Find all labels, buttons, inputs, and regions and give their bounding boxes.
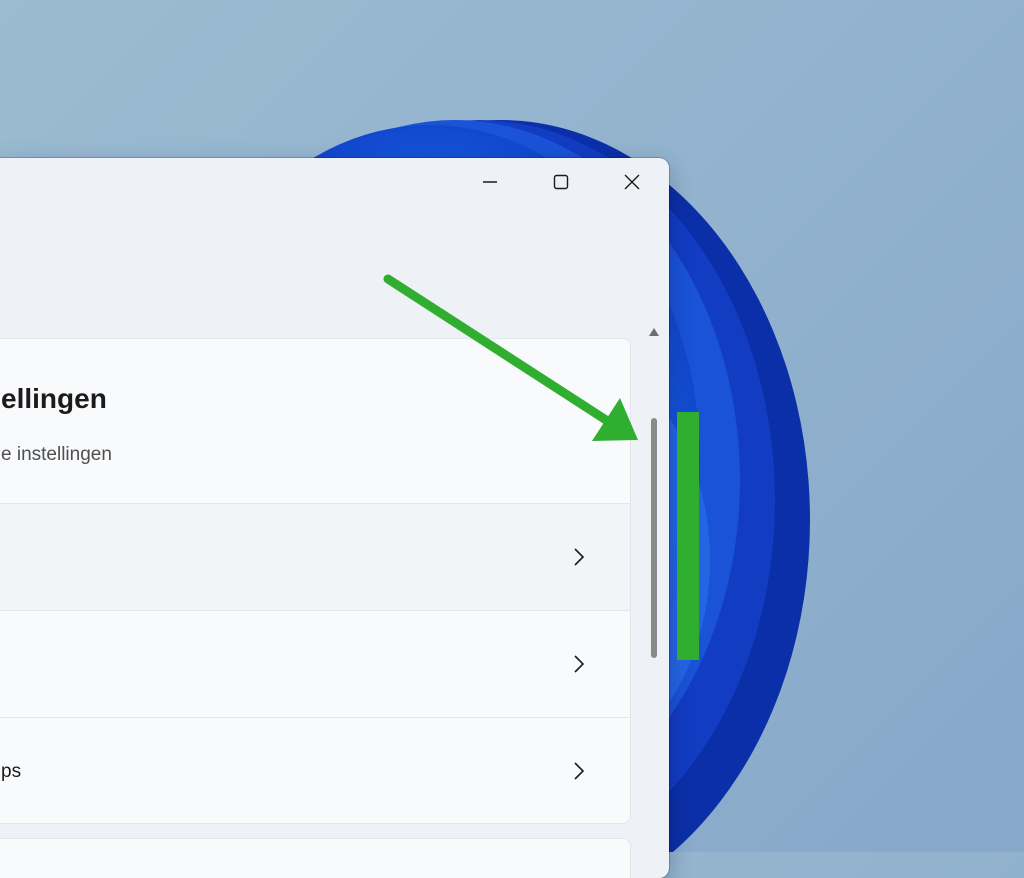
settings-row-1[interactable] [0, 504, 631, 611]
close-icon [624, 174, 640, 190]
chevron-right-icon [574, 655, 585, 673]
maximize-button[interactable] [538, 164, 584, 200]
page-subtitle: e instellingen [1, 444, 112, 465]
scrollbar-thumb[interactable] [651, 418, 657, 658]
scroll-up-icon[interactable] [648, 326, 660, 338]
settings-window: ellingen e instellingen ps [0, 158, 669, 878]
vertical-scrollbar[interactable] [648, 326, 660, 866]
chevron-right-icon [574, 548, 585, 566]
settings-row-3[interactable]: ps [0, 718, 631, 824]
minimize-button[interactable] [467, 164, 513, 200]
close-button[interactable] [609, 164, 655, 200]
settings-row-4[interactable] [0, 838, 631, 878]
page-title: ellingen [1, 383, 107, 414]
maximize-icon [553, 174, 569, 190]
chevron-right-icon [574, 762, 585, 780]
settings-row-label: ps [1, 761, 22, 782]
scrollbar-highlight-marker [677, 412, 699, 660]
minimize-icon [483, 181, 497, 183]
settings-header-card: ellingen e instellingen [0, 338, 631, 504]
settings-row-2[interactable] [0, 611, 631, 718]
